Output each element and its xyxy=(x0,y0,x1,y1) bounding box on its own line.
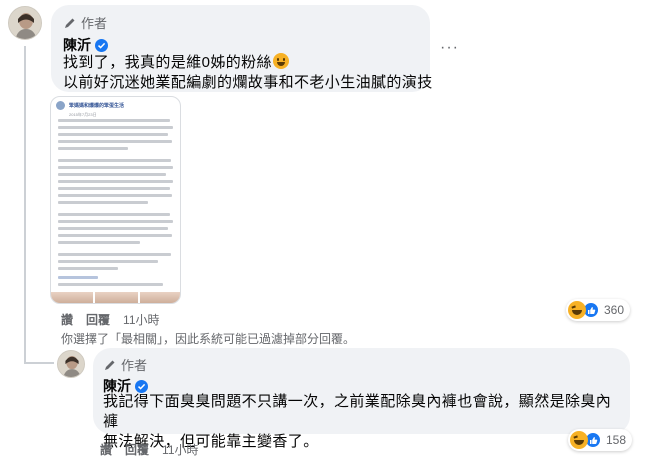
attached-photo xyxy=(139,292,180,303)
verified-badge-icon xyxy=(135,379,148,393)
more-options-icon[interactable]: ··· xyxy=(440,40,459,56)
attached-text-line xyxy=(58,119,170,122)
reply-button[interactable]: 回覆 xyxy=(86,311,110,328)
attached-text-line xyxy=(58,241,140,244)
attached-text-line xyxy=(58,180,173,183)
pen-icon xyxy=(105,360,115,370)
comment-text: 找到了，我真的是維0姊的粉絲 以前好沉迷她業配編劇的爛故事和不老小生油膩的演技 xyxy=(63,53,433,93)
attached-photo xyxy=(51,292,94,303)
like-button[interactable]: 讚 xyxy=(61,311,73,328)
attached-text-line xyxy=(58,194,172,197)
attached-photo xyxy=(95,292,138,303)
author-badge: 作者 xyxy=(63,13,107,32)
attached-text-line xyxy=(58,234,172,237)
attached-text-line xyxy=(58,220,173,223)
author-badge-label: 作者 xyxy=(121,358,148,373)
author-badge: 作者 xyxy=(103,355,147,374)
avatar-photo xyxy=(58,351,84,377)
haha-icon xyxy=(570,431,588,449)
comment-actions: 讚 回覆 11小時 xyxy=(100,441,199,458)
reply-button[interactable]: 回覆 xyxy=(125,441,149,458)
attached-text-line xyxy=(58,166,173,169)
commenter-avatar[interactable] xyxy=(8,6,42,40)
thread-connector-branch xyxy=(24,362,54,364)
pen-icon xyxy=(65,18,75,28)
comment-bubble: 作者 陳沂 找到了，我真的是維0姊的粉絲 以前好沉迷她業配編劇的爛故事和不老小生… xyxy=(51,5,433,93)
author-badge-label: 作者 xyxy=(81,16,108,31)
attached-text-line xyxy=(58,227,168,230)
reaction-count: 360 xyxy=(604,303,625,317)
commenter-name-row: 陳沂 xyxy=(63,35,108,55)
reaction-count: 158 xyxy=(606,433,627,447)
attached-text-line xyxy=(58,201,148,204)
attached-post-header: 笨媽媽和爆爆的笨蛋生活 xyxy=(51,97,180,112)
attached-page-avatar xyxy=(56,101,65,110)
attached-text-line xyxy=(58,213,170,216)
attached-page-name: 笨媽媽和爆爆的笨蛋生活 xyxy=(69,103,125,109)
attached-text-line xyxy=(58,187,170,190)
verified-badge-icon xyxy=(95,38,108,52)
attached-text-line xyxy=(58,147,128,150)
attached-text-line xyxy=(58,133,168,136)
commenter-name[interactable]: 陳沂 xyxy=(63,35,91,55)
avatar-photo xyxy=(9,7,41,39)
attached-text-line xyxy=(58,260,158,263)
comment-line: 我記得下面臭臭問題不只講一次，之前業配除臭內褲也會說，顯然是除臭內褲 xyxy=(103,393,612,430)
comment-bubble: 作者 陳沂 我記得下面臭臭問題不只講一次，之前業配除臭內褲也會說，顯然是除臭內褲… xyxy=(93,348,630,450)
comment-timestamp[interactable]: 11小時 xyxy=(123,311,159,328)
commenter-avatar[interactable] xyxy=(57,350,85,378)
grinning-emoji-icon xyxy=(272,53,289,69)
attached-link-line xyxy=(58,276,98,279)
attached-image[interactable]: 笨媽媽和爆爆的笨蛋生活 2015年7月23日 xyxy=(50,96,181,304)
reaction-summary[interactable]: 360 xyxy=(566,299,631,321)
attached-post-date: 2015年7月23日 xyxy=(69,112,97,117)
attached-text-line xyxy=(58,159,171,162)
attached-text-line xyxy=(58,283,163,286)
comment-timestamp[interactable]: 11小時 xyxy=(162,441,198,458)
reaction-summary[interactable]: 158 xyxy=(568,429,633,451)
attached-text-line xyxy=(58,253,171,256)
comment-line: 找到了，我真的是維0姊的粉絲 xyxy=(63,54,272,71)
attached-text-line xyxy=(58,173,166,176)
attached-text-line xyxy=(58,267,118,270)
haha-icon xyxy=(568,301,586,319)
comment-line: 以前好沉迷她業配編劇的爛故事和不老小生油膩的演技 xyxy=(63,74,433,91)
like-button[interactable]: 讚 xyxy=(100,441,112,458)
filter-notice: 你選擇了「最相關」，因此系統可能已過濾掉部分回覆。 xyxy=(61,332,356,346)
comment-actions: 讚 回覆 11小時 xyxy=(61,311,160,328)
attached-photo-strip xyxy=(51,292,180,303)
thread-connector-line xyxy=(24,46,26,364)
attached-text-line xyxy=(58,140,172,143)
attached-text-line xyxy=(58,126,173,129)
